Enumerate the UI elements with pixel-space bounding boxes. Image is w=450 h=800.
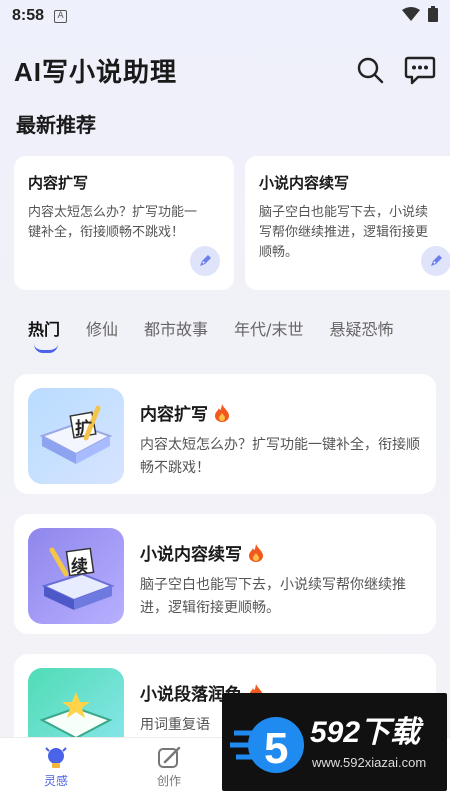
status-bar: 8:58 A [0,0,450,32]
tab-xiuxian[interactable]: 修仙 [86,316,118,356]
status-time: 8:58 [12,7,45,24]
thumb-char: 扩 [75,419,92,439]
notification-icon: A [54,9,68,23]
feature-title: 小说内容续写 [140,545,242,565]
pen-icon[interactable] [421,246,450,276]
recommend-card-title: 小说内容续写 [259,174,350,192]
recommend-card-title: 内容扩写 [28,174,89,192]
message-icon[interactable] [404,55,436,85]
recommend-card-expand[interactable]: 内容扩写 内容太短怎么办？扩写功能一键补全，衔接顺畅不跳戏！ [14,156,234,290]
tab-era[interactable]: 年代/末世 [234,316,303,356]
search-icon[interactable] [356,56,384,84]
thumb-char: 续 [71,557,88,577]
recommend-carousel[interactable]: 内容扩写 内容太短怎么办？扩写功能一键补全，衔接顺畅不跳戏！ 小说内容续写 脑子… [14,156,450,290]
app-header: AI写小说助理 [14,48,436,92]
tab-hot[interactable]: 热门 [28,316,60,356]
lightbulb-icon [45,747,67,768]
continue-thumbnail: 续 [28,528,124,624]
nav-label: 创作 [156,774,181,788]
feature-desc: 内容太短怎么办？扩写功能一键补全，衔接顺畅不跳戏！ [140,437,420,476]
fire-icon [215,403,229,422]
nav-item-create[interactable]: 创作 [139,744,199,789]
recommend-card-desc: 脑子空白也能写下去，小说续写帮你继续推进，逻辑衔接更顺畅。 [259,205,429,260]
section-title-latest: 最新推荐 [16,113,96,137]
tab-urban[interactable]: 都市故事 [144,316,208,356]
pen-icon[interactable] [190,246,220,276]
battery-icon [428,6,438,22]
feature-desc: 脑子空白也能写下去，小说续写帮你继续推进，逻辑衔接更顺畅。 [140,577,406,616]
watermark-logo: 5 592下载 www.592xiazai.com [222,693,447,791]
nav-item-inspiration[interactable]: 灵感 [26,744,86,789]
nav-label: 灵感 [43,774,68,788]
fire-icon [249,543,263,562]
recommend-card-desc: 内容太短怎么办？扩写功能一键补全，衔接顺畅不跳戏！ [28,205,198,240]
feature-card-continue[interactable]: 续 小说内容续写 脑子空白也能写下去，小说续写帮你继续推进，逻辑衔接更顺畅。 [14,514,436,634]
watermark-brand: 592下载 [310,716,421,749]
category-tabs: 热门 修仙 都市故事 年代/末世 悬疑恐怖 [28,316,450,356]
watermark-url: www.592xiazai.com [312,755,427,770]
logo-mark: 5 [230,717,304,773]
feature-title: 内容扩写 [140,405,208,425]
expand-thumbnail: 扩 [28,388,124,484]
edit-icon [158,746,181,768]
logo-digit: 5 [264,724,288,773]
feature-card-expand[interactable]: 扩 内容扩写 内容太短怎么办？扩写功能一键补全，衔接顺畅不跳戏！ [14,374,436,494]
recommend-card-continue[interactable]: 小说内容续写 脑子空白也能写下去，小说续写帮你继续推进，逻辑衔接更顺畅。 [245,156,450,290]
app-title: AI写小说助理 [14,56,178,87]
wifi-icon [402,7,420,21]
tab-suspense[interactable]: 悬疑恐怖 [329,316,393,356]
